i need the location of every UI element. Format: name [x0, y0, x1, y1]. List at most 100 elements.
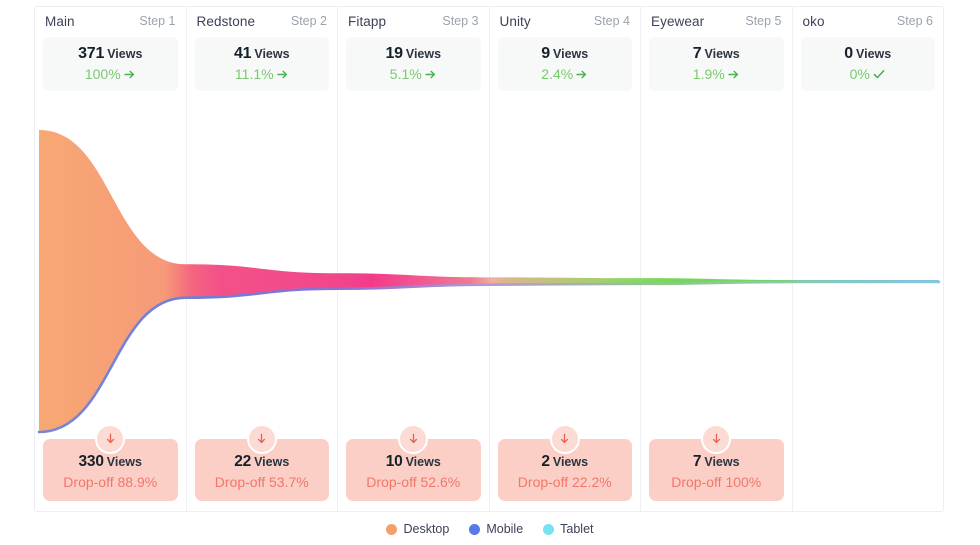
step-conversion-row: 0%: [807, 66, 930, 82]
step-views-row: 9Views: [504, 45, 627, 63]
step-views-unit: Views: [704, 47, 739, 61]
dropoff-views-count: 7: [693, 453, 701, 470]
step-index-label: Step 2: [291, 14, 327, 28]
legend-item[interactable]: Tablet: [543, 522, 593, 536]
step-index-label: Step 4: [594, 14, 630, 28]
dropoff-views-count: 22: [234, 453, 251, 470]
step-conversion-row: 11.1%: [201, 66, 324, 82]
step-name[interactable]: Main: [45, 14, 75, 29]
legend-label: Desktop: [403, 522, 449, 536]
funnel-step-column[interactable]: oko Step 6 0Views 0%: [793, 7, 944, 511]
step-views-unit: Views: [406, 47, 441, 61]
step-conversion-pct: 2.4%: [541, 66, 573, 82]
legend-item[interactable]: Mobile: [469, 522, 523, 536]
step-views-unit: Views: [254, 47, 289, 61]
dropoff-box: 7ViewsDrop-off 100%: [649, 439, 784, 501]
funnel-card: MainStep 1371Views100%330ViewsDrop-off 8…: [34, 6, 944, 512]
dropoff-box: 22ViewsDrop-off 53.7%: [195, 439, 330, 501]
dropoff-box: 330ViewsDrop-off 88.9%: [43, 439, 178, 501]
legend-dot-desktop: [386, 524, 397, 535]
step-dropoff-slot: 2 Views Drop-off 22.2%: [490, 427, 641, 511]
funnel-step-column[interactable]: RedstoneStep 241Views11.1%22ViewsDrop-of…: [187, 7, 339, 511]
step-header: oko Step 6: [793, 7, 944, 35]
step-name[interactable]: Redstone: [197, 14, 256, 29]
dropoff-views-row: 7Views: [655, 453, 778, 471]
step-header: Unity Step 4: [490, 7, 641, 35]
step-views-count: 41: [234, 45, 251, 62]
step-header: FitappStep 3: [338, 7, 489, 35]
chart-legend: Desktop Mobile Tablet: [0, 522, 980, 536]
dropoff-views-count: 10: [386, 453, 403, 470]
step-views-box: 0Views 0%: [801, 37, 936, 91]
step-views-row: 41Views: [201, 45, 324, 63]
step-flow-area: [35, 91, 186, 427]
step-conversion-row: 2.4%: [504, 66, 627, 82]
funnel-step-column[interactable]: EyewearStep 57Views1.9%7ViewsDrop-off 10…: [641, 7, 793, 511]
legend-item[interactable]: Desktop: [386, 522, 449, 536]
arrow-down-icon: [247, 424, 277, 454]
step-views-count: 19: [385, 45, 402, 62]
step-header: Main Step 1: [35, 7, 186, 35]
funnel-step-column[interactable]: FitappStep 3 19 Views 5.1% 10ViewsDrop-off 5…: [338, 7, 490, 511]
step-views-unit: Views: [856, 47, 891, 61]
dropoff-label: Drop-off 22.2%: [504, 474, 627, 490]
dropoff-views-unit: Views: [406, 455, 441, 469]
step-index-label: Step 1: [139, 14, 175, 28]
dropoff-views-row: 22Views: [201, 453, 324, 471]
step-views-count: 9: [541, 45, 550, 62]
step-conversion-pct: 5.1%: [390, 66, 422, 82]
funnel-chart-page: MainStep 1371Views100%330ViewsDrop-off 8…: [0, 0, 980, 545]
arrow-right-icon: [727, 68, 740, 81]
legend-label: Tablet: [560, 522, 593, 536]
step-views-count: 0: [844, 45, 853, 62]
step-name[interactable]: Unity: [500, 14, 531, 29]
step-index-label: Step 6: [897, 14, 933, 28]
arrow-down-icon: [95, 424, 125, 454]
step-views-unit: Views: [553, 47, 588, 61]
legend-dot-mobile: [469, 524, 480, 535]
arrow-down-icon: [701, 424, 731, 454]
dropoff-views-row: 330Views: [49, 453, 172, 471]
step-flow-area: [490, 91, 641, 427]
arrow-right-icon: [123, 68, 136, 81]
step-views-count: 7: [693, 45, 702, 62]
arrow-right-icon: [575, 68, 588, 81]
step-conversion-row: 5.1%: [352, 66, 475, 82]
step-views-box: 371Views 100%: [43, 37, 178, 91]
dropoff-views-unit: Views: [704, 455, 739, 469]
check-icon: [872, 67, 886, 81]
step-views-box: 19 Views 5.1%: [346, 37, 481, 91]
step-dropoff-slot: 22ViewsDrop-off 53.7%: [187, 427, 338, 511]
step-views-count: 371: [78, 45, 104, 62]
dropoff-views-unit: Views: [254, 455, 289, 469]
step-dropoff-slot: 10ViewsDrop-off 52.6%: [338, 427, 489, 511]
step-views-unit: Views: [107, 47, 142, 61]
step-conversion-pct: 11.1%: [235, 66, 274, 82]
step-views-row: 0Views: [807, 45, 930, 63]
arrow-right-icon: [424, 68, 437, 81]
step-name[interactable]: oko: [803, 14, 825, 29]
step-flow-area: [187, 91, 338, 427]
funnel-step-column[interactable]: UnityStep 49Views2.4%2ViewsDrop-off 22.2…: [490, 7, 642, 511]
step-views-row: 371Views: [49, 45, 172, 63]
dropoff-views-count: 2: [541, 453, 549, 470]
step-conversion-pct: 1.9%: [693, 66, 725, 82]
step-conversion-row: 1.9%: [655, 66, 778, 82]
step-conversion-row: 100%: [49, 66, 172, 82]
dropoff-views-unit: Views: [553, 455, 588, 469]
dropoff-views-count: 330: [79, 453, 104, 470]
arrow-down-icon: [398, 424, 428, 454]
legend-label: Mobile: [486, 522, 523, 536]
dropoff-box: 10ViewsDrop-off 52.6%: [346, 439, 481, 501]
step-name[interactable]: Eyewear: [651, 14, 704, 29]
step-views-box: 41Views 11.1%: [195, 37, 330, 91]
step-name[interactable]: Fitapp: [348, 14, 386, 29]
step-views-row: 19 Views: [352, 45, 475, 63]
step-header: EyewearStep 5: [641, 7, 792, 35]
step-dropoff-slot: 330ViewsDrop-off 88.9%: [35, 427, 186, 511]
arrow-down-icon: [550, 424, 580, 454]
step-views-box: 9Views 2.4%: [498, 37, 633, 91]
funnel-step-column[interactable]: Main Step 1 371Views 100% 330ViewsDrop-off 8…: [35, 7, 187, 511]
step-conversion-pct: 100%: [85, 66, 121, 82]
step-flow-area: [641, 91, 792, 427]
